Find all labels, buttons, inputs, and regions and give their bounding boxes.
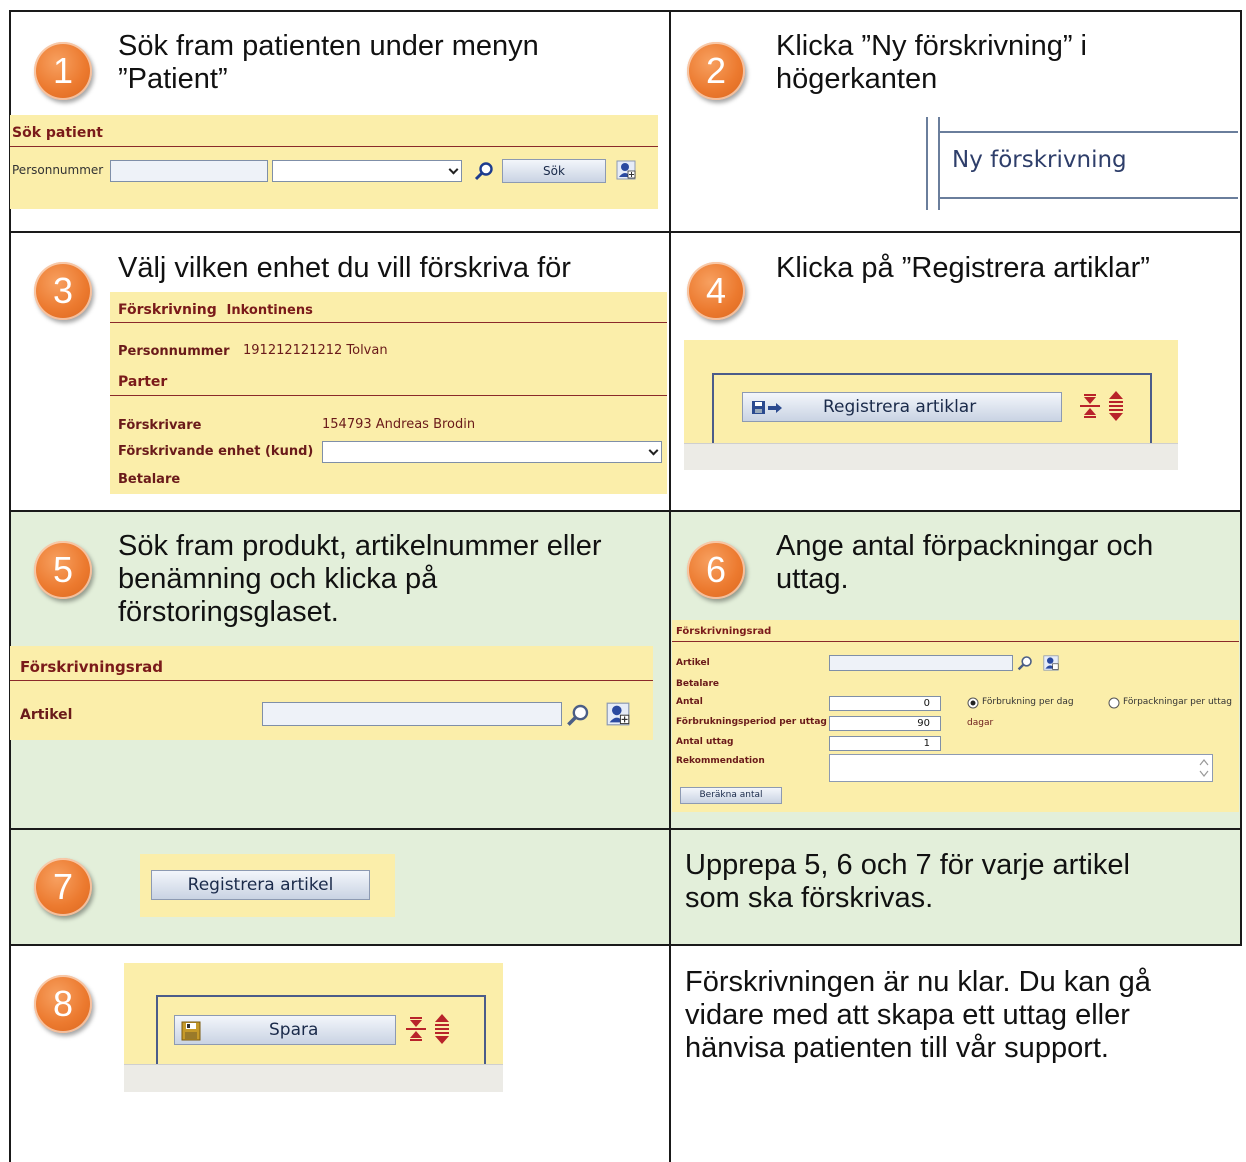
radio-forbrukning-label: Förbrukning per dag — [982, 697, 1074, 707]
add-article-icon[interactable] — [606, 702, 630, 726]
registrera-artikel-button[interactable]: Registrera artikel — [151, 870, 370, 900]
sok-button[interactable]: Sök — [502, 159, 606, 183]
registrera-artiklar-label: Registrera artiklar — [823, 397, 977, 417]
step-1-badge: 1 — [34, 42, 92, 100]
forskrivning-subtitle: Inkontinens — [226, 303, 313, 318]
parter-heading: Parter — [118, 374, 168, 390]
forskrivning-title: Förskrivning Inkontinens — [118, 302, 313, 318]
forskrivningsrad-divider-step5 — [10, 680, 653, 681]
collapse-expand-icon[interactable] — [402, 1013, 458, 1047]
step-5-badge: 5 — [34, 541, 92, 599]
step-2-instruction: Klicka ”Ny förskrivning” i högerkanten — [776, 30, 1087, 95]
menu-item-ny-forskrivning[interactable]: Ny förskrivning — [952, 147, 1127, 173]
save-icon — [181, 1021, 201, 1041]
period-input[interactable]: 90 — [829, 716, 941, 731]
grid-center-border — [669, 10, 671, 1162]
step-6-instruction: Ange antal förpackningar och uttag. — [776, 530, 1154, 595]
forskrivare-label: Förskrivare — [118, 418, 202, 433]
betalare-label-step6: Betalare — [676, 679, 720, 689]
registrera-artikel-panel: Registrera artikel — [140, 854, 395, 917]
forskrivning-personnummer-value: 191212121212 Tolvan — [243, 343, 388, 358]
step-1-instruction: Sök fram patienten under menyn ”Patient” — [118, 30, 539, 95]
step-4-instruction: Klicka på ”Registrera artiklar” — [776, 252, 1150, 284]
side-menu-snippet: Ny förskrivning — [926, 117, 1238, 210]
spara-label: Spara — [269, 1020, 319, 1040]
save-arrow-icon — [752, 401, 782, 414]
step-6-badge: 6 — [687, 541, 745, 599]
spara-panel: Spara — [124, 963, 503, 1092]
step-8-note: Förskrivningen är nu klar. Du kan gå vid… — [685, 966, 1151, 1064]
add-patient-icon[interactable] — [616, 160, 636, 180]
rekommendation-label: Rekommendation — [676, 756, 765, 766]
chevron-down-icon — [448, 164, 459, 175]
step-3-instruction: Välj vilken enhet du vill förskriva för — [118, 252, 571, 284]
step-7-badge: 7 — [34, 858, 92, 916]
step-3-badge: 3 — [34, 262, 92, 320]
forskrivning-personnummer-label: Personnummer — [118, 344, 230, 359]
search-magnifier-icon[interactable] — [474, 161, 494, 181]
forskrivningsrad-panel-step5: Förskrivningsrad Artikel — [10, 646, 653, 740]
forskrivning-divider — [110, 322, 667, 323]
grid-top-border — [9, 10, 1242, 12]
forskrivning-panel: Förskrivning Inkontinens Personnummer 19… — [110, 292, 667, 494]
antal-uttag-input[interactable]: 1 — [829, 736, 941, 751]
personnummer-label: Personnummer — [12, 163, 104, 177]
forskrivare-value: 154793 Andreas Brodin — [322, 417, 476, 432]
radio-forpackningar-label: Förpackningar per uttag — [1123, 697, 1232, 707]
chevron-down-icon — [648, 445, 659, 456]
artikel-input-step6[interactable] — [829, 655, 1013, 671]
grid-row-divider-3 — [9, 828, 1242, 830]
step-4-badge: 4 — [687, 262, 745, 320]
enhet-select[interactable] — [322, 441, 662, 463]
registrera-artiklar-toolbar-base — [684, 443, 1178, 470]
scroll-arrows-icon[interactable] — [1199, 757, 1209, 779]
artikel-label-step5: Artikel — [20, 707, 73, 723]
registrera-artiklar-button[interactable]: Registrera artiklar — [742, 392, 1062, 422]
spara-button[interactable]: Spara — [174, 1015, 396, 1045]
enhet-label: Förskrivande enhet (kund) — [118, 444, 314, 459]
grid-row-divider-2 — [9, 510, 1242, 512]
search-magnifier-icon[interactable] — [1017, 655, 1033, 671]
step-8-badge: 8 — [34, 975, 92, 1033]
radio-forbrukning-selected-icon[interactable] — [967, 697, 979, 709]
antal-label: Antal — [676, 697, 703, 707]
step-7-note: Upprepa 5, 6 och 7 för varje artikel som… — [685, 849, 1130, 914]
sok-patient-title: Sök patient — [12, 125, 103, 141]
step-5-instruction: Sök fram produkt, artikelnummer eller be… — [118, 530, 602, 628]
period-unit: dagar — [967, 718, 994, 728]
parter-divider — [110, 395, 667, 396]
antal-uttag-label: Antal uttag — [676, 737, 734, 747]
forskrivningsrad-panel-step6: Förskrivningsrad Artikel Betalare Antal … — [672, 620, 1239, 812]
grid-right-border — [1240, 10, 1242, 946]
grid-row-divider-1 — [9, 231, 1242, 233]
sok-patient-divider — [10, 146, 658, 147]
rekommendation-textarea[interactable] — [829, 754, 1213, 782]
add-article-icon[interactable] — [1043, 655, 1059, 671]
artikel-label-step6: Artikel — [676, 658, 710, 668]
forskrivningsrad-title-step5: Förskrivningsrad — [20, 658, 163, 676]
artikel-input-step5[interactable] — [262, 702, 562, 726]
forskrivningsrad-divider-step6 — [672, 641, 1239, 642]
radio-forpackningar-icon[interactable] — [1108, 697, 1120, 709]
registrera-artiklar-panel: Registrera artiklar — [684, 340, 1178, 470]
period-label: Förbrukningsperiod per uttag — [676, 717, 827, 727]
grid-row-divider-4 — [9, 944, 1242, 946]
patient-select[interactable] — [272, 160, 462, 182]
forskrivningsrad-title-step6: Förskrivningsrad — [676, 626, 772, 637]
sok-patient-panel: Sök patient Personnummer Sök — [10, 115, 658, 209]
search-magnifier-icon[interactable] — [566, 703, 590, 727]
step-2-badge: 2 — [687, 42, 745, 100]
menu-item-below — [940, 197, 1238, 199]
personnummer-input[interactable] — [110, 160, 268, 182]
spara-toolbar-base — [124, 1064, 503, 1092]
berakna-antal-button[interactable]: Beräkna antal — [680, 787, 782, 804]
betalare-label: Betalare — [118, 472, 181, 487]
menu-item-above — [940, 117, 1238, 133]
antal-input[interactable]: 0 — [829, 696, 941, 711]
collapse-expand-icon[interactable] — [1076, 390, 1132, 424]
